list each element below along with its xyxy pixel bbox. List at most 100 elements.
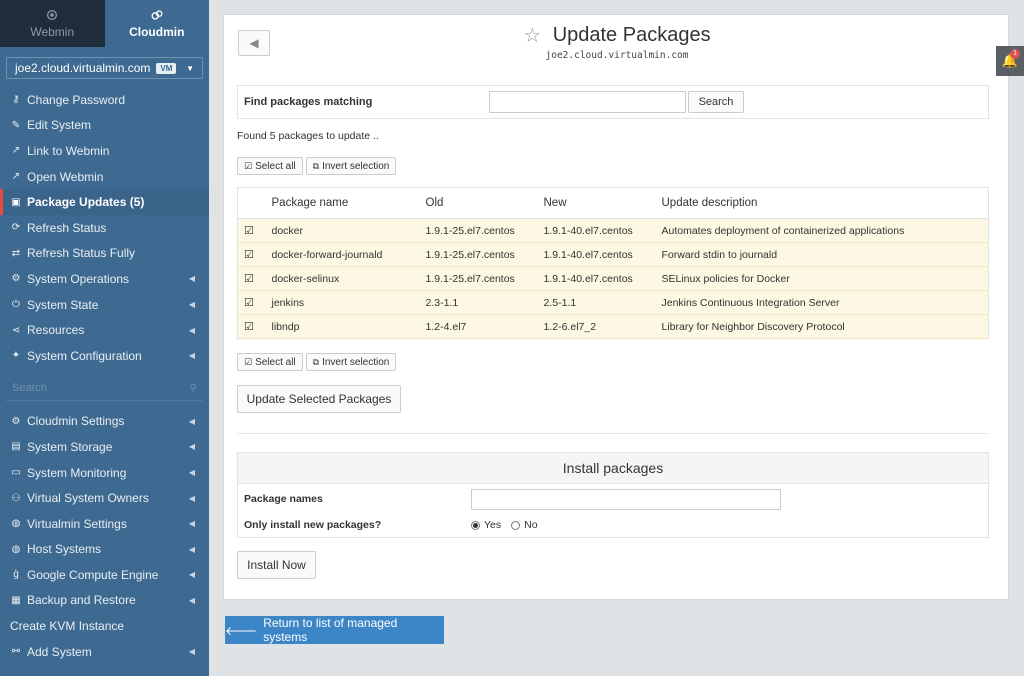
tab-webmin[interactable]: Webmin — [0, 0, 105, 47]
update-selected-button[interactable]: Update Selected Packages — [237, 385, 401, 413]
old-version-cell: 1.9.1-25.el7.centos — [425, 242, 544, 267]
search-button[interactable]: Search — [688, 91, 744, 113]
sidebar-item-google-compute-engine[interactable]: ģ Google Compute Engine ◀ — [0, 562, 209, 588]
radio-selected-icon — [471, 520, 480, 530]
sidebar-menu-secondary: ⚙ Cloudmin Settings ◀ ▤ System Storage ◀ ▭ Syst… — [0, 409, 209, 665]
sidebar-item-host-systems[interactable]: ◍ Host Systems ◀ — [0, 537, 209, 563]
sidebar-item-system-storage[interactable]: ▤ System Storage ◀ — [0, 434, 209, 460]
table-header: Package name Old New Update description — [237, 187, 989, 219]
row-checkbox[interactable]: ☑ — [237, 218, 272, 243]
sidebar-item-label: Google Compute Engine — [27, 567, 159, 582]
table-row: ☑ libndp 1.2-4.el7 1.2-6.el7_2 Library for N… — [237, 314, 989, 339]
old-version-cell: 2.3-1.1 — [425, 290, 544, 315]
sidebar-item-refresh-status[interactable]: ⟳ Refresh Status — [0, 215, 209, 241]
selection-toolbar-bottom: ☑ Select all ⧉ Invert selection — [237, 353, 397, 371]
select-all-button[interactable]: ☑ Select all — [237, 157, 303, 175]
webmin-logo-icon — [47, 9, 58, 21]
sidebar-item-label: Add System — [27, 644, 92, 659]
sidebar-item-package-updates-5[interactable]: ▣ Package Updates (5) — [0, 189, 209, 215]
return-label: Return to list of managed systems — [263, 616, 398, 644]
sidebar-item-label: Link to Webmin — [27, 143, 110, 158]
wrench-icon: ✦ — [11, 350, 21, 362]
sidebar-item-system-operations[interactable]: ⚙ System Operations ◀ — [0, 266, 209, 292]
edit-icon: ✎ — [11, 119, 21, 131]
caret-left-icon: ◀ — [188, 274, 195, 284]
sidebar-item-label: Open Webmin — [27, 169, 104, 184]
package-name-cell: jenkins — [271, 290, 426, 315]
invert-icon: ⧉ — [312, 160, 320, 171]
row-checkbox[interactable]: ☑ — [237, 314, 272, 339]
sidebar-item-label: Resources — [27, 323, 85, 338]
find-input[interactable] — [489, 91, 686, 113]
sidebar-item-backup-and-restore[interactable]: ▦ Backup and Restore ◀ — [0, 588, 209, 614]
globe-icon: ◍ — [11, 518, 21, 530]
package-name-cell: docker — [271, 218, 426, 243]
caret-left-icon: ◀ — [188, 595, 195, 605]
return-button[interactable]: 🡐 Return to list of managed systems — [225, 616, 444, 644]
install-now-button[interactable]: Install Now — [237, 551, 316, 579]
row-checkbox[interactable]: ☑ — [237, 242, 272, 267]
sidebar-item-label: Refresh Status Fully — [27, 246, 136, 261]
select-all-button[interactable]: ☑ Select all — [237, 353, 303, 371]
sidebar-item-open-webmin[interactable]: ↗ Open Webmin — [0, 164, 209, 190]
yes-label: Yes — [484, 519, 502, 531]
find-label: Find packages matching — [244, 96, 373, 108]
sidebar-item-system-configuration[interactable]: ✦ System Configuration ◀ — [0, 343, 209, 369]
sidebar-item-virtual-system-owners[interactable]: ⚇ Virtual System Owners ◀ — [0, 485, 209, 511]
select-all-label: Select all — [255, 160, 296, 172]
row-checkbox[interactable]: ☑ — [237, 266, 272, 291]
table-row: ☑ docker 1.9.1-25.el7.centos 1.9.1-40.el7.c… — [237, 218, 989, 243]
new-version-cell: 1.2-6.el7_2 — [543, 314, 662, 339]
sidebar-item-label: Change Password — [27, 92, 126, 107]
sidebar-item-label: Virtual System Owners — [27, 491, 149, 506]
notifications-button[interactable]: 🔔 1 — [996, 46, 1024, 76]
star-icon[interactable]: ☆ — [523, 25, 541, 47]
selection-toolbar-top: ☑ Select all ⧉ Invert selection — [237, 157, 397, 175]
old-version-cell: 1.2-4.el7 — [425, 314, 544, 339]
packages-table: Package name Old New Update description … — [237, 187, 989, 339]
page-title: Update Packages — [552, 24, 711, 46]
sidebar-item-label: System Monitoring — [27, 465, 127, 480]
invert-selection-button[interactable]: ⧉ Invert selection — [305, 157, 397, 175]
only-new-no-radio[interactable]: No — [511, 519, 538, 531]
only-new-label: Only install new packages? — [244, 519, 382, 531]
package-names-row: Package names — [238, 486, 988, 512]
caret-left-icon: ◀ — [188, 300, 195, 310]
sidebar-item-cloudmin-settings[interactable]: ⚙ Cloudmin Settings ◀ — [0, 409, 209, 435]
table-row: ☑ docker-selinux 1.9.1-25.el7.centos 1.9.1-… — [237, 266, 989, 291]
col-new: New — [543, 187, 662, 219]
new-version-cell: 2.5-1.1 — [543, 290, 662, 315]
main-content: ◀ ☆ Update Packages joe2.cloud.virtualmi… — [209, 0, 1024, 676]
invert-selection-button[interactable]: ⧉ Invert selection — [305, 353, 397, 371]
new-version-cell: 1.9.1-40.el7.centos — [543, 266, 662, 291]
sidebar-item-create-kvm-instance[interactable]: Create KVM Instance — [0, 613, 209, 639]
description-cell: Library for Neighbor Discovery Protocol — [661, 314, 989, 339]
page-subtitle: joe2.cloud.virtualmin.com — [545, 50, 689, 61]
caret-left-icon: ◀ — [188, 570, 195, 580]
caret-left-icon: ◀ — [188, 493, 195, 503]
host-selector[interactable]: joe2.cloud.virtualmin.com VM ▼ — [6, 57, 203, 79]
package-name-cell: docker-forward-journald — [271, 242, 426, 267]
sidebar-search[interactable]: Search ⚲ — [6, 377, 203, 401]
sidebar-item-virtualmin-settings[interactable]: ◍ Virtualmin Settings ◀ — [0, 511, 209, 537]
cloudmin-logo-icon — [151, 10, 163, 20]
caret-left-icon: ◀ — [188, 442, 195, 452]
sidebar-item-add-system[interactable]: ⚯ Add System ◀ — [0, 639, 209, 665]
sidebar-menu: ⚷ Change Password ✎ Edit System ↗ Link to Web… — [0, 87, 209, 369]
tab-cloudmin[interactable]: Cloudmin — [104, 0, 209, 47]
vm-badge: VM — [156, 62, 177, 74]
sidebar-item-label: System Storage — [27, 439, 113, 454]
caret-left-icon: ◀ — [188, 325, 195, 335]
tab-cloudmin-label: Cloudmin — [129, 25, 185, 39]
storage-icon: ▤ — [11, 441, 21, 453]
sidebar-item-change-password[interactable]: ⚷ Change Password — [0, 87, 209, 113]
sidebar-item-refresh-status-fully[interactable]: ⇄ Refresh Status Fully — [0, 241, 209, 267]
sidebar-item-link-to-webmin[interactable]: ↗ Link to Webmin — [0, 138, 209, 164]
only-new-yes-radio[interactable]: Yes — [471, 519, 501, 531]
sidebar-item-system-monitoring[interactable]: ▭ System Monitoring ◀ — [0, 460, 209, 486]
sidebar-item-system-state[interactable]: ⏻ System State ◀ — [0, 292, 209, 318]
sidebar-item-resources[interactable]: ⋖ Resources ◀ — [0, 317, 209, 343]
row-checkbox[interactable]: ☑ — [237, 290, 272, 315]
sidebar-item-edit-system[interactable]: ✎ Edit System — [0, 113, 209, 139]
package-names-input[interactable] — [471, 488, 781, 510]
